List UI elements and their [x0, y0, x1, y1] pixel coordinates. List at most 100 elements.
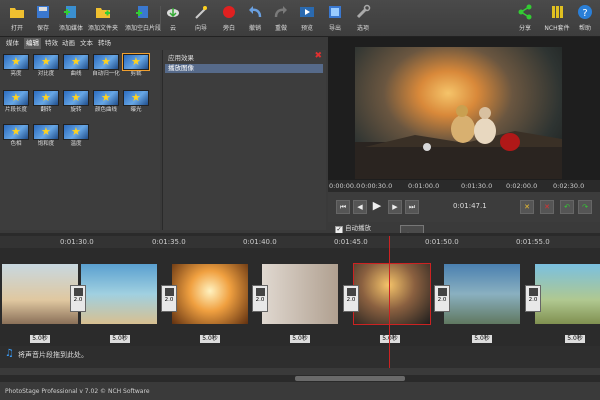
effect-thumbnail: ★ — [122, 53, 150, 71]
preview-ruler[interactable]: 0:00:00.0 0:00:30.0 0:01:00.0 0:01:30.0 … — [328, 180, 600, 192]
help-button[interactable]: ? 帮助 — [572, 2, 598, 34]
ruler-tick: 0:01:50.0 — [425, 238, 459, 246]
star-icon: ★ — [71, 91, 81, 104]
applied-effect-row[interactable]: 播放图像 — [165, 64, 323, 73]
transition-marker[interactable]: 2.0 — [525, 285, 541, 312]
effect-hue[interactable]: ★ 色相 — [1, 124, 31, 152]
effect-thumbnail: ★ — [63, 124, 89, 140]
share-button[interactable]: 分享 — [510, 2, 540, 34]
effect-temperature[interactable]: ★ 温度 — [61, 124, 91, 152]
star-icon: ★ — [11, 55, 21, 68]
star-icon: ★ — [71, 55, 81, 68]
effect-thumbnail: ★ — [3, 124, 29, 140]
ruler-tick: 0:01:55.0 — [516, 238, 550, 246]
effect-thumbnail: ★ — [3, 90, 29, 106]
cloud-icon — [167, 8, 179, 18]
transition-marker[interactable]: 2.0 — [343, 285, 359, 312]
timeline-ruler[interactable]: 0:01:30.0 0:01:35.0 0:01:40.0 0:01:45.0 … — [0, 236, 600, 248]
add-blank-slide-button[interactable]: 添加空白片段 — [124, 2, 162, 34]
effect-thumbnail: ★ — [33, 124, 59, 140]
clip-duration: 5.0秒 — [200, 335, 220, 343]
timeline-clip[interactable] — [2, 264, 78, 324]
effect-contrast[interactable]: ★ 对比度 — [31, 54, 61, 82]
export-button[interactable]: 导出 — [320, 2, 350, 34]
timeline-scrollbar[interactable] — [0, 375, 600, 382]
timeline-clip[interactable] — [172, 264, 248, 324]
effect-label: 自动归一化 — [92, 71, 120, 77]
effect-thumbnail: ★ — [63, 54, 89, 70]
effect-color-curves[interactable]: ★ 颜色曲线 — [91, 90, 121, 118]
star-icon: ★ — [41, 55, 51, 68]
effect-exposure[interactable]: ★ 曝光 — [121, 90, 151, 118]
clip-duration: 5.0秒 — [565, 335, 585, 343]
star-icon: ★ — [41, 125, 51, 138]
redo-icon — [274, 6, 287, 18]
effect-label: 曝光 — [130, 107, 142, 113]
transition-duration: 2.0 — [73, 297, 83, 303]
nch-suite-button[interactable]: NCH套件 — [538, 2, 576, 34]
audio-track[interactable]: ♫ 将声音片段拖到此处。 — [0, 346, 600, 368]
cancel-x-icon[interactable]: ✕ — [520, 200, 534, 214]
ruler-tick: 0:01:00.0 — [408, 182, 440, 190]
effect-rotate[interactable]: ★ 旋转 — [61, 90, 91, 118]
share-icon — [518, 4, 532, 20]
effect-curves[interactable]: ★ 曲线 — [61, 54, 91, 82]
effect-auto-normalize[interactable]: ★ 自动归一化 — [91, 54, 121, 82]
applied-effects-panel: 应用效果 ✖ 播放图像 — [162, 50, 326, 230]
clip-duration: 5.0秒 — [30, 335, 50, 343]
add-media-button[interactable]: 添加媒体 — [56, 2, 86, 34]
preview-image — [355, 47, 562, 179]
tab-transitions[interactable]: 转场 — [96, 38, 113, 49]
transition-marker[interactable]: 2.0 — [252, 285, 268, 312]
timeline-clip-selected[interactable] — [353, 263, 431, 325]
ruler-tick: 0:01:30.0 — [60, 238, 94, 246]
status-text: PhotoStage Professional v 7.02 © NCH Sof… — [5, 388, 150, 395]
transition-duration: 2.0 — [164, 297, 174, 303]
clip-duration: 5.0秒 — [290, 335, 310, 343]
scrollbar-thumb[interactable] — [295, 376, 405, 381]
timeline-clip[interactable] — [444, 264, 520, 324]
transition-marker[interactable]: 2.0 — [70, 285, 86, 312]
transition-marker[interactable]: 2.0 — [434, 285, 450, 312]
effect-brightness[interactable]: ★ 亮度 — [1, 54, 31, 82]
add-folder-button[interactable]: 添加文件夹 — [84, 2, 122, 34]
step-back-icon[interactable]: ◀ — [353, 200, 367, 214]
options-button[interactable]: 选项 — [348, 2, 378, 34]
folder-open-icon — [10, 8, 24, 18]
timeline-clip[interactable] — [535, 264, 600, 324]
tab-animation[interactable]: 动画 — [60, 38, 77, 49]
skip-end-icon[interactable]: ⏭ — [405, 200, 419, 214]
timeline-clip[interactable] — [81, 264, 157, 324]
effect-clip-length[interactable]: ★ 片段长度 — [1, 90, 31, 118]
effect-crop[interactable]: ★ 剪裁 — [121, 53, 151, 82]
delete-x-icon[interactable]: ✕ — [540, 200, 554, 214]
music-note-icon: ♫ — [5, 348, 14, 359]
effect-flip[interactable]: ★ 翻转 — [31, 90, 61, 118]
preview-button[interactable]: 预览 — [292, 2, 322, 34]
tab-media[interactable]: 媒体 — [4, 38, 21, 49]
cloud-button[interactable]: 云 — [158, 2, 188, 34]
couple-sunset-scene — [355, 105, 562, 179]
timeline-clip[interactable] — [262, 264, 338, 324]
export-film-icon — [329, 6, 341, 18]
audio-drop-hint: 将声音片段拖到此处。 — [18, 351, 88, 359]
effect-saturation[interactable]: ★ 饱和度 — [31, 124, 61, 152]
effect-label: 片段长度 — [4, 107, 27, 113]
timecode-display: 0:01:47.1 — [453, 202, 487, 210]
status-bar: PhotoStage Professional v 7.02 © NCH Sof… — [0, 383, 600, 400]
rotate-right-icon[interactable]: ↷ — [578, 200, 592, 214]
transition-duration: 2.0 — [437, 297, 447, 303]
nch-suite-icon — [552, 6, 563, 18]
tab-text[interactable]: 文本 — [78, 38, 95, 49]
play-icon[interactable]: ▶ — [370, 200, 384, 212]
rotate-left-icon[interactable]: ↶ — [560, 200, 574, 214]
playhead[interactable] — [389, 236, 390, 368]
step-forward-icon[interactable]: ▶ — [388, 200, 402, 214]
remove-effect-icon[interactable]: ✖ — [314, 51, 322, 61]
save-button[interactable]: 保存 — [28, 2, 58, 34]
tab-edit[interactable]: 编辑 — [24, 38, 41, 49]
tab-effects[interactable]: 特效 — [43, 38, 60, 49]
wizard-button[interactable]: 向导 — [186, 2, 216, 34]
transition-marker[interactable]: 2.0 — [161, 285, 177, 312]
skip-start-icon[interactable]: ⏮ — [336, 200, 350, 214]
